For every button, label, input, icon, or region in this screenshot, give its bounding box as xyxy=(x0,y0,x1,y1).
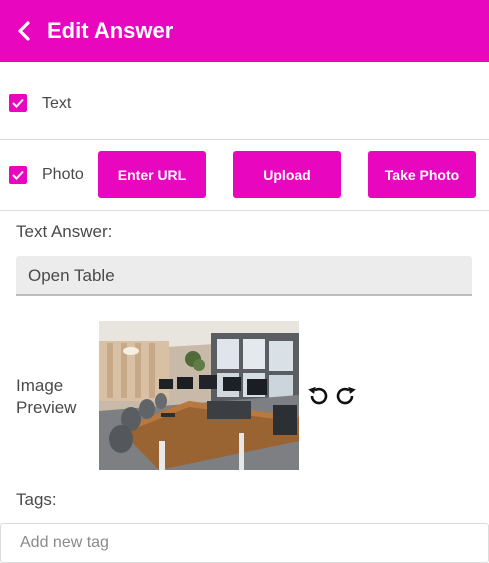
rotate-left-icon[interactable] xyxy=(306,384,330,408)
chevron-left-icon xyxy=(18,21,30,41)
image-preview-label: Image Preview xyxy=(16,376,77,417)
text-option-label: Text xyxy=(42,95,72,112)
page-title: Edit Answer xyxy=(47,18,174,43)
back-button[interactable] xyxy=(12,17,36,45)
rotate-right-icon[interactable] xyxy=(334,384,358,408)
take-photo-button[interactable]: Take Photo xyxy=(368,151,476,198)
divider xyxy=(0,210,489,211)
photo-option-label: Photo xyxy=(42,166,84,183)
image-preview xyxy=(99,321,299,470)
divider xyxy=(0,139,489,140)
tag-input[interactable] xyxy=(0,523,489,563)
upload-button[interactable]: Upload xyxy=(233,151,341,198)
office-photo xyxy=(99,321,299,470)
checkmark-icon xyxy=(12,170,24,180)
text-answer-input[interactable]: Open Table xyxy=(16,256,472,296)
app-header: Edit Answer xyxy=(0,0,489,62)
enter-url-button[interactable]: Enter URL xyxy=(98,151,206,198)
text-checkbox[interactable] xyxy=(9,94,27,112)
tags-label: Tags: xyxy=(16,490,57,509)
photo-checkbox[interactable] xyxy=(9,166,27,184)
checkmark-icon xyxy=(12,98,24,108)
text-answer-label: Text Answer: xyxy=(16,222,113,241)
